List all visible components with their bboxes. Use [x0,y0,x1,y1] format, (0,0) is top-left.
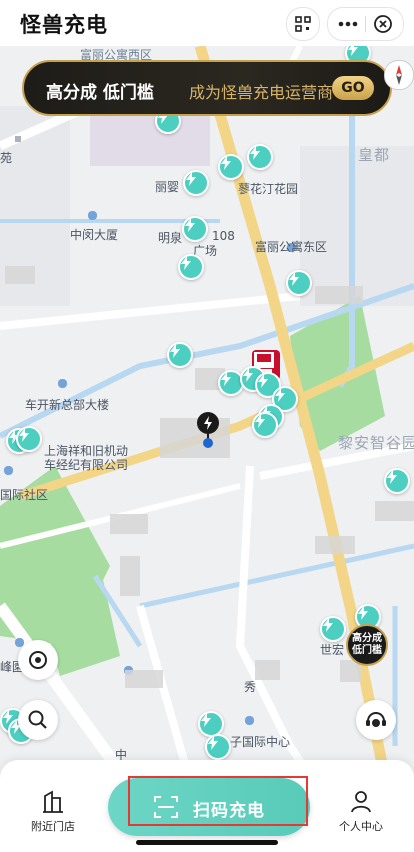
map-label: 富丽公寓东区 [255,240,328,254]
close-button[interactable] [372,13,394,35]
scan-to-charge-button[interactable]: 扫码充电 [108,776,310,836]
charging-station-pin[interactable] [182,216,208,242]
lightning-icon [186,172,196,186]
charging-station-pin[interactable] [247,144,273,170]
lightning-icon [289,272,299,286]
map-label: 丽婴 [155,180,180,194]
current-location-marker [196,412,220,448]
map-label: 车开新总部大楼 [25,398,110,412]
blurred-label [255,660,280,680]
map-label: 苑 [0,151,13,165]
blurred-label [120,556,140,596]
map-label: 世宏 [320,643,345,657]
mini-program-capsule [327,7,404,41]
close-icon [374,15,392,33]
map-label: 中闵大厦 [70,228,119,242]
operator-promo-banner[interactable]: 高分成 低门槛 成为怪兽充电运营商 GO [22,60,392,116]
map-label: 上海祥和旧机动车经纪有限公司 [44,444,129,472]
lightning-icon [258,374,268,388]
lightning-icon [250,146,260,160]
map-label: 明泉 [158,231,183,245]
charging-station-pin[interactable] [286,270,312,296]
blurred-label [5,266,35,284]
lightning-icon [201,713,211,727]
nav-nearby-label: 附近门店 [31,820,75,833]
lightning-icon [323,618,333,632]
compass-icon [384,60,414,90]
banner-slogan: 成为怪兽充电运营商 [189,83,334,102]
lightning-icon [387,470,397,484]
map-label: 秀 [244,680,257,694]
lightning-icon [19,428,29,442]
charging-station-pin[interactable] [205,734,231,760]
scan-icon [154,796,178,818]
charging-station-pin[interactable] [178,254,204,280]
blurred-label [375,501,414,521]
user-icon [351,791,371,813]
charging-station-pin[interactable] [167,342,193,368]
blurred-label [125,670,163,688]
charging-station-pin[interactable] [183,170,209,196]
lightning-icon [221,372,231,386]
blurred-label [110,514,148,534]
lightning-icon [185,218,195,232]
promo-line1: 高分成 [352,633,382,644]
customer-service-icon [366,712,386,727]
more-dots-icon [338,21,358,27]
lightning-icon [358,606,368,620]
nav-profile[interactable]: 个人中心 [326,788,396,834]
charging-station-pin[interactable] [16,426,42,452]
charging-station-pin[interactable] [218,154,244,180]
lightning-icon [181,256,191,270]
store-building-icon [43,790,63,813]
scan-code-button[interactable] [286,7,320,41]
search-button[interactable] [18,700,58,740]
lightning-icon [170,344,180,358]
blurred-label [315,536,355,554]
blurred-label [315,286,363,304]
capsule-divider [365,16,366,32]
customer-service-button[interactable] [356,700,396,740]
charging-station-pin[interactable] [384,468,410,494]
map-label: 蓼花汀花园 [238,182,299,196]
scan-label: 扫码充电 [193,801,265,821]
scan-code-icon [295,16,311,32]
operator-promo-bubble[interactable]: 高分成 低门槛 [346,624,388,666]
lightning-icon [221,156,231,170]
lightning-icon [208,736,218,750]
map-label: 108 [212,229,235,243]
lightning-icon [275,388,285,402]
map-view[interactable]: 富丽公寓西区 皇都 苑 丽婴 蓼花汀花园 中闵大厦 明泉 108 广场 富丽公寓… [0,46,414,852]
nav-profile-label: 个人中心 [339,820,383,833]
map-label: 子国际中心 [230,735,291,749]
locate-icon [29,651,47,669]
banner-highlight: 高分成 低门槛 [46,83,154,103]
nav-nearby-stores[interactable]: 附近门店 [18,788,88,834]
charging-station-pin[interactable] [252,412,278,438]
lightning-icon [255,414,265,428]
locate-button[interactable] [18,640,58,680]
banner-go-button[interactable]: GO [332,76,374,100]
app-title: 怪兽充电 [20,13,108,37]
map-label: 国际社区 [0,488,49,502]
home-indicator [136,840,278,845]
promo-line2: 低门槛 [352,645,382,656]
app-header: 怪兽充电 [0,0,414,46]
lightning-icon [243,368,253,382]
map-label: 黎安智谷园 [338,434,414,452]
map-label: 皇都 [358,146,391,164]
lightning-icon [348,46,358,56]
charging-station-pin[interactable] [198,711,224,737]
more-button[interactable] [334,14,362,34]
search-icon [28,710,47,729]
charging-station-pin[interactable] [320,616,346,642]
